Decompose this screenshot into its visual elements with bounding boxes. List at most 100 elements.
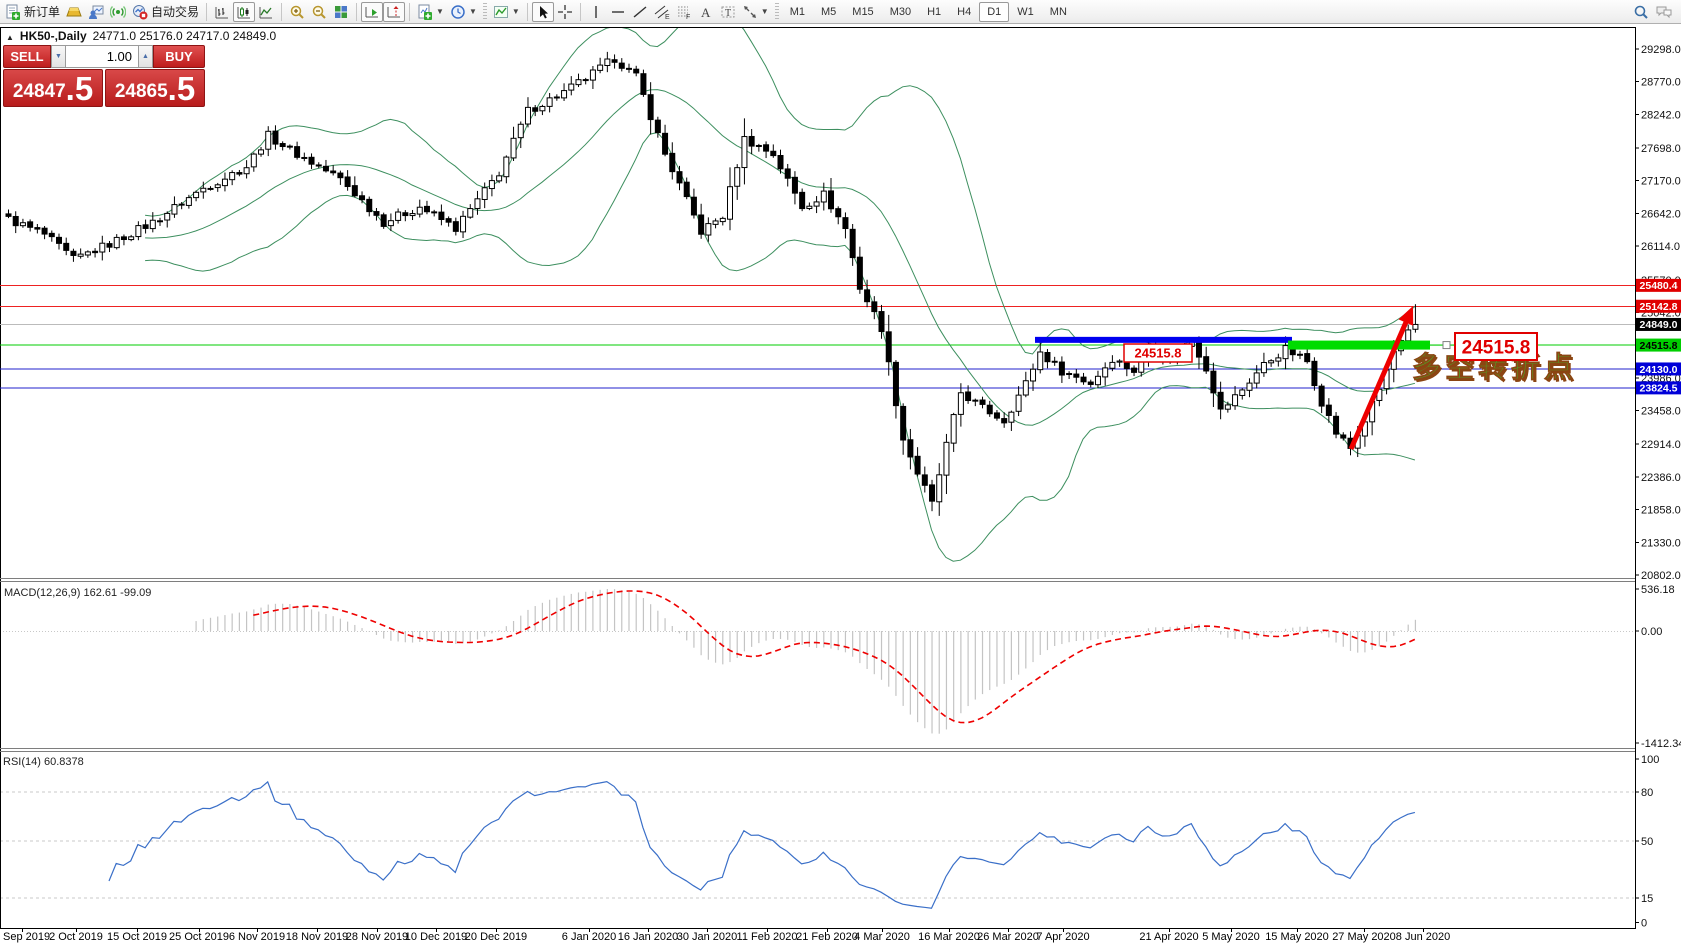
text-button[interactable]: A <box>695 2 717 22</box>
new-order-icon <box>6 4 20 20</box>
buy-button[interactable]: BUY <box>153 45 205 68</box>
svg-text:23458.0: 23458.0 <box>1641 406 1681 418</box>
dropdown-caret-icon: ▼ <box>436 7 444 16</box>
trendline-icon <box>633 5 647 18</box>
indicators-icon <box>493 5 508 18</box>
svg-text:26642.0: 26642.0 <box>1641 208 1681 220</box>
zoom-in-button[interactable] <box>286 2 308 22</box>
timeframe-m15[interactable]: M15 <box>844 2 881 22</box>
search-icon[interactable] <box>1633 4 1649 20</box>
indicators-button[interactable]: ▼ <box>490 2 523 22</box>
svg-text:20802.0: 20802.0 <box>1641 570 1681 582</box>
sell-price-pip: .5 <box>65 70 94 107</box>
ray-end-marker <box>1442 341 1451 350</box>
svg-text:8 Jun 2020: 8 Jun 2020 <box>1396 931 1450 943</box>
auto-scroll-button[interactable] <box>361 1 384 22</box>
svg-text:24515.8: 24515.8 <box>1462 337 1531 358</box>
rsi-label: RSI(14) 60.8378 <box>3 756 84 768</box>
timeframe-h1[interactable]: H1 <box>919 2 949 22</box>
trendline-button[interactable] <box>629 2 651 22</box>
auto-trading-button[interactable]: 自动交易 <box>129 2 202 22</box>
svg-text:80: 80 <box>1641 787 1653 799</box>
sell-button[interactable]: SELL <box>3 45 51 68</box>
buy-price-pip: .5 <box>167 70 196 107</box>
crosshair-icon <box>557 4 572 19</box>
svg-text:28242.0: 28242.0 <box>1641 109 1681 121</box>
equidistant-channel-button[interactable]: E <box>651 2 673 22</box>
buy-price-main: 24865 <box>114 81 168 102</box>
strategy-tester-button[interactable] <box>107 2 129 22</box>
chart-canvas[interactable]: 多空转折点多空转折点24515.824515.829298.028770.028… <box>0 0 1681 943</box>
svg-text:23824.5: 23824.5 <box>1640 383 1678 395</box>
horizontal-line-icon <box>611 10 624 13</box>
volume-input[interactable] <box>66 45 138 68</box>
candlestick-chart-button[interactable] <box>233 1 256 22</box>
timeframe-w1[interactable]: W1 <box>1009 2 1042 22</box>
svg-text:21 Apr 2020: 21 Apr 2020 <box>1139 931 1198 943</box>
timeframe-d1[interactable]: D1 <box>979 1 1010 22</box>
auto-scroll-icon <box>365 6 379 17</box>
new-chart-button[interactable]: ▼ <box>414 2 447 22</box>
svg-text:26 Mar 2020: 26 Mar 2020 <box>977 931 1039 943</box>
svg-text:27698.0: 27698.0 <box>1641 143 1681 155</box>
svg-text:50: 50 <box>1641 836 1653 848</box>
new-order-button[interactable]: 新订单 <box>2 2 63 22</box>
timeframe-h4[interactable]: H4 <box>949 2 979 22</box>
chat-icon[interactable] <box>1655 4 1673 20</box>
timeframe-mn[interactable]: MN <box>1042 2 1075 22</box>
text-label-button[interactable]: T <box>717 2 739 22</box>
chart-shift-button[interactable] <box>383 1 406 22</box>
fibonacci-button[interactable]: F <box>673 2 695 22</box>
zoom-out-button[interactable] <box>308 2 330 22</box>
one-click-trading-panel: SELL ▼ ▲ BUY 24847 .5 24865 .5 <box>3 45 205 107</box>
bar-chart-icon <box>215 6 229 18</box>
line-chart-button[interactable] <box>255 2 277 22</box>
tile-windows-button[interactable] <box>330 2 352 22</box>
new-order-label: 新订单 <box>24 5 61 19</box>
volume-increase-button[interactable]: ▲ <box>138 45 153 68</box>
timeframe-m30[interactable]: M30 <box>882 2 919 22</box>
crosshair-button[interactable] <box>554 2 576 22</box>
svg-text:27 May 2020: 27 May 2020 <box>1332 931 1396 943</box>
horizontal-line-button[interactable] <box>607 2 629 22</box>
chart-profiles-button[interactable]: ▼ <box>447 2 480 22</box>
toolbar-separator <box>281 2 283 21</box>
data-window-button[interactable] <box>85 2 107 22</box>
zoom-out-icon <box>312 5 326 19</box>
cursor-button[interactable] <box>531 1 554 22</box>
clock-icon <box>451 4 465 19</box>
svg-text:16 Mar 2020: 16 Mar 2020 <box>918 931 980 943</box>
svg-text:-1412.34: -1412.34 <box>1641 738 1681 750</box>
vertical-line-button[interactable] <box>585 2 607 22</box>
text-label-icon: T <box>721 6 735 19</box>
toolbar-grip[interactable] <box>482 2 487 21</box>
volume-decrease-button[interactable]: ▼ <box>51 45 66 68</box>
vertical-line-icon <box>595 5 597 18</box>
timeframe-m5[interactable]: M5 <box>813 2 844 22</box>
chart-title: ▲ HK50-,Daily 24771.0 25176.0 24717.0 24… <box>6 29 276 43</box>
svg-text:28770.0: 28770.0 <box>1641 77 1681 89</box>
sell-price-panel[interactable]: 24847 .5 <box>3 69 103 107</box>
svg-text:24849.0: 24849.0 <box>1640 319 1678 331</box>
market-watch-button[interactable] <box>63 2 85 22</box>
svg-text:2 Oct 2019: 2 Oct 2019 <box>49 931 103 943</box>
svg-text:6 Nov 2019: 6 Nov 2019 <box>229 931 285 943</box>
svg-text:F: F <box>686 14 690 20</box>
bar-chart-button[interactable] <box>211 2 233 22</box>
text-icon: A <box>701 5 711 20</box>
line-chart-icon <box>259 6 273 18</box>
svg-text:15: 15 <box>1641 893 1653 905</box>
toolbar-grip[interactable] <box>774 2 779 21</box>
timeframe-m1[interactable]: M1 <box>782 2 813 22</box>
buy-price-panel[interactable]: 24865 .5 <box>105 69 205 107</box>
blue-level-ray[interactable] <box>1035 336 1292 343</box>
svg-text:27170.0: 27170.0 <box>1641 176 1681 188</box>
time-axis[interactable]: 9 Sep 20192 Oct 2019 15 Oct 201925 Oct 20… <box>0 928 1450 943</box>
arrows-button[interactable]: ▼ <box>739 2 772 22</box>
svg-text:25142.8: 25142.8 <box>1640 301 1678 313</box>
svg-text:4 Mar 2020: 4 Mar 2020 <box>854 931 910 943</box>
green-level-ray[interactable] <box>1288 340 1430 350</box>
candlestick-icon <box>237 6 251 18</box>
svg-text:21 Feb 2020: 21 Feb 2020 <box>796 931 858 943</box>
collapse-arrow-icon[interactable]: ▲ <box>6 33 14 42</box>
